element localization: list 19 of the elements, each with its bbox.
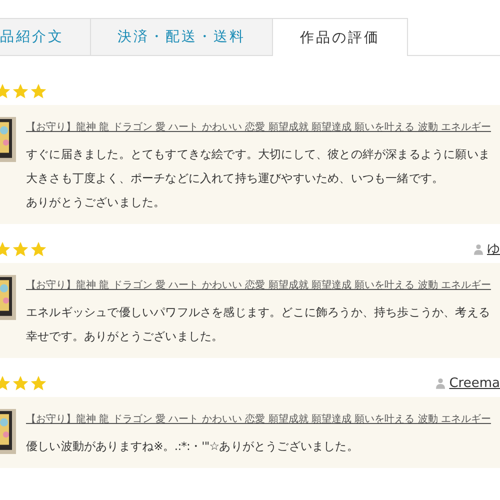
review-text: ありがとうございました。 (26, 194, 166, 211)
review-text: 優しい波動がありますね※。.:*:・'"☆ありがとうございました。 (26, 438, 360, 455)
review-text: 幸せです。ありがとうございました。 (26, 328, 224, 345)
product-link[interactable]: 【お守り】龍神 龍 ドラゴン 愛 ハート かわいい 恋愛 願望成就 願望達成 願いを叶える 波動 エネルギー (26, 278, 491, 292)
star-icon (30, 82, 47, 100)
user-link[interactable]: Creema (449, 376, 500, 390)
person-icon (436, 378, 446, 388)
review-text: すぐに届きました。とてもすてきな絵です。大切にして、彼との絆が深まるように願いま (26, 146, 491, 163)
tab[interactable]: 決済・配送・送料 (90, 18, 273, 55)
person-icon (474, 244, 483, 254)
star-icon (30, 374, 47, 392)
product-link[interactable]: 【お守り】龍神 龍 ドラゴン 愛 ハート かわいい 恋愛 願望成就 願望達成 願いを叶える 波動 エネルギー (26, 412, 491, 426)
review-text: エネルギッシュで優しいパワフルさを感じます。どこに飾ろうか、持ち歩こうか、考える (26, 304, 491, 321)
review-text: 大きさも丁度よく、ポーチなどに入れて持ち運びやすいため、いつも一緒です。 (26, 170, 445, 187)
tab[interactable]: 品紹介文 (0, 18, 91, 55)
tab[interactable]: 作品の評価 (272, 18, 408, 56)
user-link[interactable]: ゆ (487, 240, 500, 258)
star-icon (30, 240, 47, 258)
product-link[interactable]: 【お守り】龍神 龍 ドラゴン 愛 ハート かわいい 恋愛 願望成就 願望達成 願いを叶える 波動 エネルギー (26, 120, 491, 134)
